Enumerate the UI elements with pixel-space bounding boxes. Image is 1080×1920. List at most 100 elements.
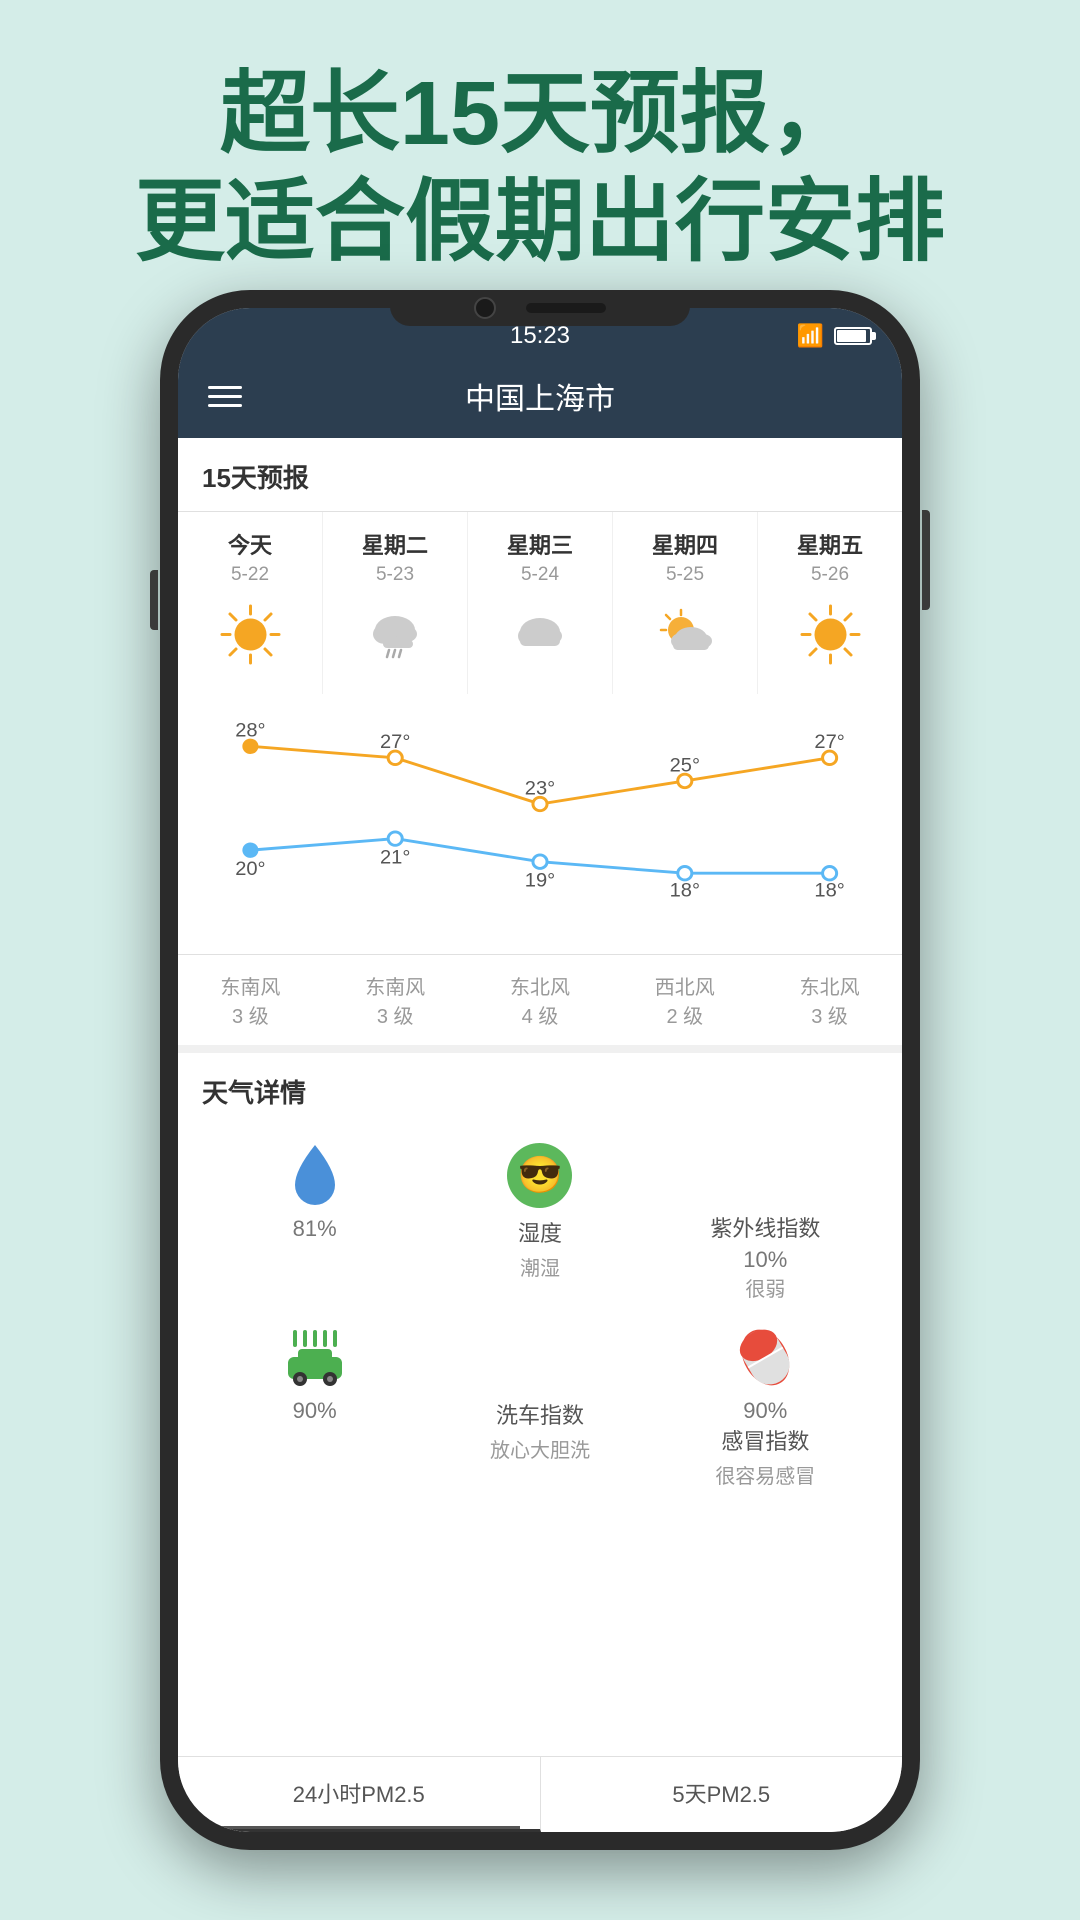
details-title: 天气详情 bbox=[202, 1073, 878, 1110]
wind-level-3: 2 级 bbox=[666, 1000, 703, 1029]
svg-text:25°: 25° bbox=[670, 755, 700, 777]
cold-label: 感冒指数 bbox=[721, 1424, 809, 1456]
uv-value: 10% bbox=[743, 1247, 787, 1273]
day-name-0: 今天 bbox=[228, 528, 272, 560]
wind-level-4: 3 级 bbox=[811, 1000, 848, 1029]
face-icon: 😎 bbox=[505, 1140, 575, 1210]
wind-grid: 东南风 3 级 东南风 3 级 东北风 4 级 西北风 bbox=[178, 954, 902, 1045]
page-header: 超长15天预报， 更适合假期出行安排 bbox=[0, 0, 1080, 316]
tab-pm25-24h[interactable]: 24小时PM2.5 bbox=[178, 1757, 541, 1832]
wind-dir-3: 西北风 bbox=[655, 971, 715, 1000]
wind-col-0: 东南风 3 级 bbox=[178, 955, 323, 1045]
day-date-2: 5-24 bbox=[521, 564, 559, 586]
pill-value: 90% bbox=[743, 1398, 787, 1424]
uv-sub: 很弱 bbox=[745, 1273, 785, 1302]
weather-icon-0 bbox=[214, 598, 286, 670]
svg-text:27°: 27° bbox=[814, 732, 844, 754]
svg-text:18°: 18° bbox=[814, 880, 844, 902]
front-camera bbox=[474, 297, 496, 319]
temp-chart-svg: 28° 27° 23° 25° 27° bbox=[178, 704, 902, 954]
earpiece bbox=[526, 303, 606, 313]
svg-text:23°: 23° bbox=[525, 778, 555, 800]
detail-humidity-label: 😎 湿度 潮湿 bbox=[427, 1130, 652, 1312]
wind-col-4: 东北风 3 级 bbox=[757, 955, 902, 1045]
temp-chart: 28° 27° 23° 25° 27° bbox=[178, 694, 902, 954]
cloud-rain-icon bbox=[363, 602, 428, 667]
bottom-tabs: 24小时PM2.5 5天PM2.5 bbox=[178, 1756, 902, 1832]
wind-dir-0: 东南风 bbox=[220, 971, 280, 1000]
wind-level-2: 4 级 bbox=[522, 1000, 559, 1029]
uv-label: 紫外线指数 bbox=[710, 1211, 820, 1243]
weather-icon-4 bbox=[794, 598, 866, 670]
uv-icon-area bbox=[733, 1140, 798, 1205]
phone-frame: 15:23 📶 中国上海市 bbox=[160, 290, 920, 1850]
carwash-sub: 放心大胆洗 bbox=[490, 1434, 590, 1463]
forecast-col-3: 星期四 5-25 bbox=[613, 512, 758, 694]
weather-icon-3 bbox=[649, 598, 721, 670]
low-dot-4 bbox=[823, 867, 837, 880]
status-time: 15:23 bbox=[510, 322, 570, 350]
carwash-label: 洗车指数 bbox=[496, 1398, 584, 1430]
humidity-value: 81% bbox=[293, 1216, 337, 1242]
forecast-col-0: 今天 5-22 bbox=[178, 512, 323, 694]
day-name-2: 星期三 bbox=[507, 528, 573, 560]
hamburger-menu[interactable] bbox=[208, 386, 242, 407]
low-dot-1 bbox=[388, 832, 402, 845]
volume-button bbox=[150, 570, 158, 630]
phone-wrapper: 15:23 📶 中国上海市 bbox=[160, 290, 920, 1850]
details-section: 天气详情 81% bbox=[178, 1045, 902, 1519]
nav-bar: 中国上海市 bbox=[178, 358, 902, 438]
low-dot-2 bbox=[533, 855, 547, 868]
detail-uv: 紫外线指数 10% 很弱 bbox=[653, 1130, 878, 1312]
wind-dir-4: 东北风 bbox=[800, 971, 860, 1000]
sunny-icon-2 bbox=[798, 602, 863, 667]
svg-text:27°: 27° bbox=[380, 732, 410, 754]
headline: 超长15天预报， 更适合假期出行安排 bbox=[40, 60, 1040, 276]
wind-level-1: 3 级 bbox=[377, 1000, 414, 1029]
battery-fill bbox=[837, 330, 866, 342]
wind-col-1: 东南风 3 级 bbox=[323, 955, 468, 1045]
wind-col-3: 西北风 2 级 bbox=[612, 955, 757, 1045]
detail-carwash-label: 洗车指数 放心大胆洗 bbox=[427, 1312, 652, 1499]
day-date-3: 5-25 bbox=[666, 564, 704, 586]
wind-dir-1: 东南风 bbox=[365, 971, 425, 1000]
carwash-value: 90% bbox=[293, 1398, 337, 1424]
tab-underline bbox=[198, 1826, 520, 1829]
day-date-1: 5-23 bbox=[376, 564, 414, 586]
low-dot-3 bbox=[678, 867, 692, 880]
svg-text:18°: 18° bbox=[670, 880, 700, 902]
wind-dir-2: 东北风 bbox=[510, 971, 570, 1000]
weather-icon-1 bbox=[359, 598, 431, 670]
cloudy-icon bbox=[508, 602, 573, 667]
forecast-grid: 今天 5-22 bbox=[178, 511, 902, 694]
battery-icon bbox=[834, 327, 872, 345]
svg-text:20°: 20° bbox=[235, 859, 265, 881]
details-grid: 81% 😎 湿度 潮湿 bbox=[202, 1130, 878, 1499]
pill-icon bbox=[730, 1322, 800, 1392]
day-date-4: 5-26 bbox=[811, 564, 849, 586]
forecast-col-2: 星期三 5-24 bbox=[468, 512, 613, 694]
low-dot-0 bbox=[242, 842, 258, 857]
status-icons: 📶 bbox=[797, 323, 872, 349]
wind-level-0: 3 级 bbox=[232, 1000, 269, 1029]
detail-carwash: 90% bbox=[202, 1312, 427, 1499]
tab-pm25-5d[interactable]: 5天PM2.5 bbox=[541, 1757, 903, 1832]
phone-top bbox=[390, 290, 690, 326]
phone-screen: 15:23 📶 中国上海市 bbox=[178, 308, 902, 1832]
day-name-1: 星期二 bbox=[362, 528, 428, 560]
day-date-0: 5-22 bbox=[231, 564, 269, 586]
nav-title: 中国上海市 bbox=[465, 374, 615, 418]
day-name-3: 星期四 bbox=[652, 528, 718, 560]
day-name-4: 星期五 bbox=[797, 528, 863, 560]
cold-sub: 很容易感冒 bbox=[715, 1460, 815, 1489]
forecast-title: 15天预报 bbox=[178, 458, 902, 511]
partly-cloudy-icon bbox=[653, 602, 718, 667]
main-content: 15天预报 今天 5-22 bbox=[178, 438, 902, 1832]
detail-cold: 90% 感冒指数 很容易感冒 bbox=[653, 1312, 878, 1499]
detail-humidity: 81% bbox=[202, 1130, 427, 1312]
humidity-sub: 潮湿 bbox=[520, 1252, 560, 1281]
power-button bbox=[922, 510, 930, 610]
droplet-icon bbox=[280, 1140, 350, 1210]
wifi-icon: 📶 bbox=[797, 323, 824, 349]
wind-col-2: 东北风 4 级 bbox=[468, 955, 613, 1045]
